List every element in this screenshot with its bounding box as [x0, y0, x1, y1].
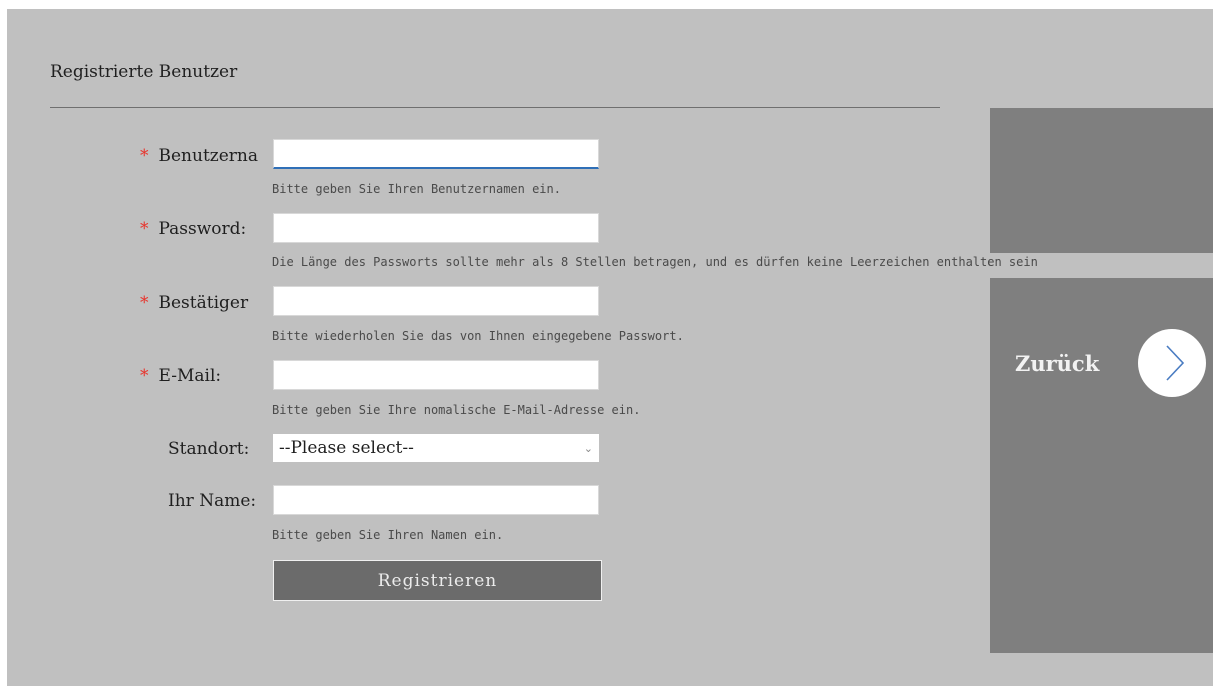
required-mark: * — [140, 293, 149, 313]
password-hint: Die Länge des Passworts sollte mehr als … — [272, 255, 1038, 269]
register-button[interactable]: Registrieren — [273, 560, 602, 601]
username-input[interactable] — [273, 139, 599, 169]
username-hint: Bitte geben Sie Ihren Benutzernamen ein. — [272, 182, 561, 196]
back-label[interactable]: Zurück — [1015, 351, 1099, 376]
registration-panel: Registrierte Benutzer * Benutzerna Bitte … — [7, 9, 1213, 686]
confirm-password-label: * Bestätiger — [140, 293, 249, 313]
location-select[interactable]: --Please select-- ⌄ — [273, 434, 599, 462]
location-label: Standort: — [168, 439, 250, 459]
chevron-right-icon — [1166, 345, 1185, 381]
password-label: * Password: — [140, 219, 247, 239]
confirm-password-hint: Bitte wiederholen Sie das von Ihnen eing… — [272, 329, 684, 343]
name-input[interactable] — [273, 485, 599, 515]
email-hint: Bitte geben Sie Ihre nomalische E-Mail-A… — [272, 403, 641, 417]
name-hint: Bitte geben Sie Ihren Namen ein. — [272, 528, 504, 542]
back-button[interactable] — [1138, 329, 1206, 397]
chevron-down-icon: ⌄ — [583, 441, 593, 455]
page-title: Registrierte Benutzer — [50, 62, 238, 82]
email-input[interactable] — [273, 360, 599, 390]
email-label: * E-Mail: — [140, 366, 222, 386]
required-mark: * — [140, 219, 149, 239]
name-label: Ihr Name: — [168, 491, 257, 511]
required-mark: * — [140, 366, 149, 386]
location-select-value: --Please select-- — [279, 438, 414, 458]
title-divider — [50, 107, 940, 108]
required-mark: * — [140, 146, 149, 166]
password-input[interactable] — [273, 213, 599, 243]
side-panel: Zurück — [990, 108, 1213, 653]
username-label: * Benutzerna — [140, 146, 259, 166]
confirm-password-input[interactable] — [273, 286, 599, 316]
